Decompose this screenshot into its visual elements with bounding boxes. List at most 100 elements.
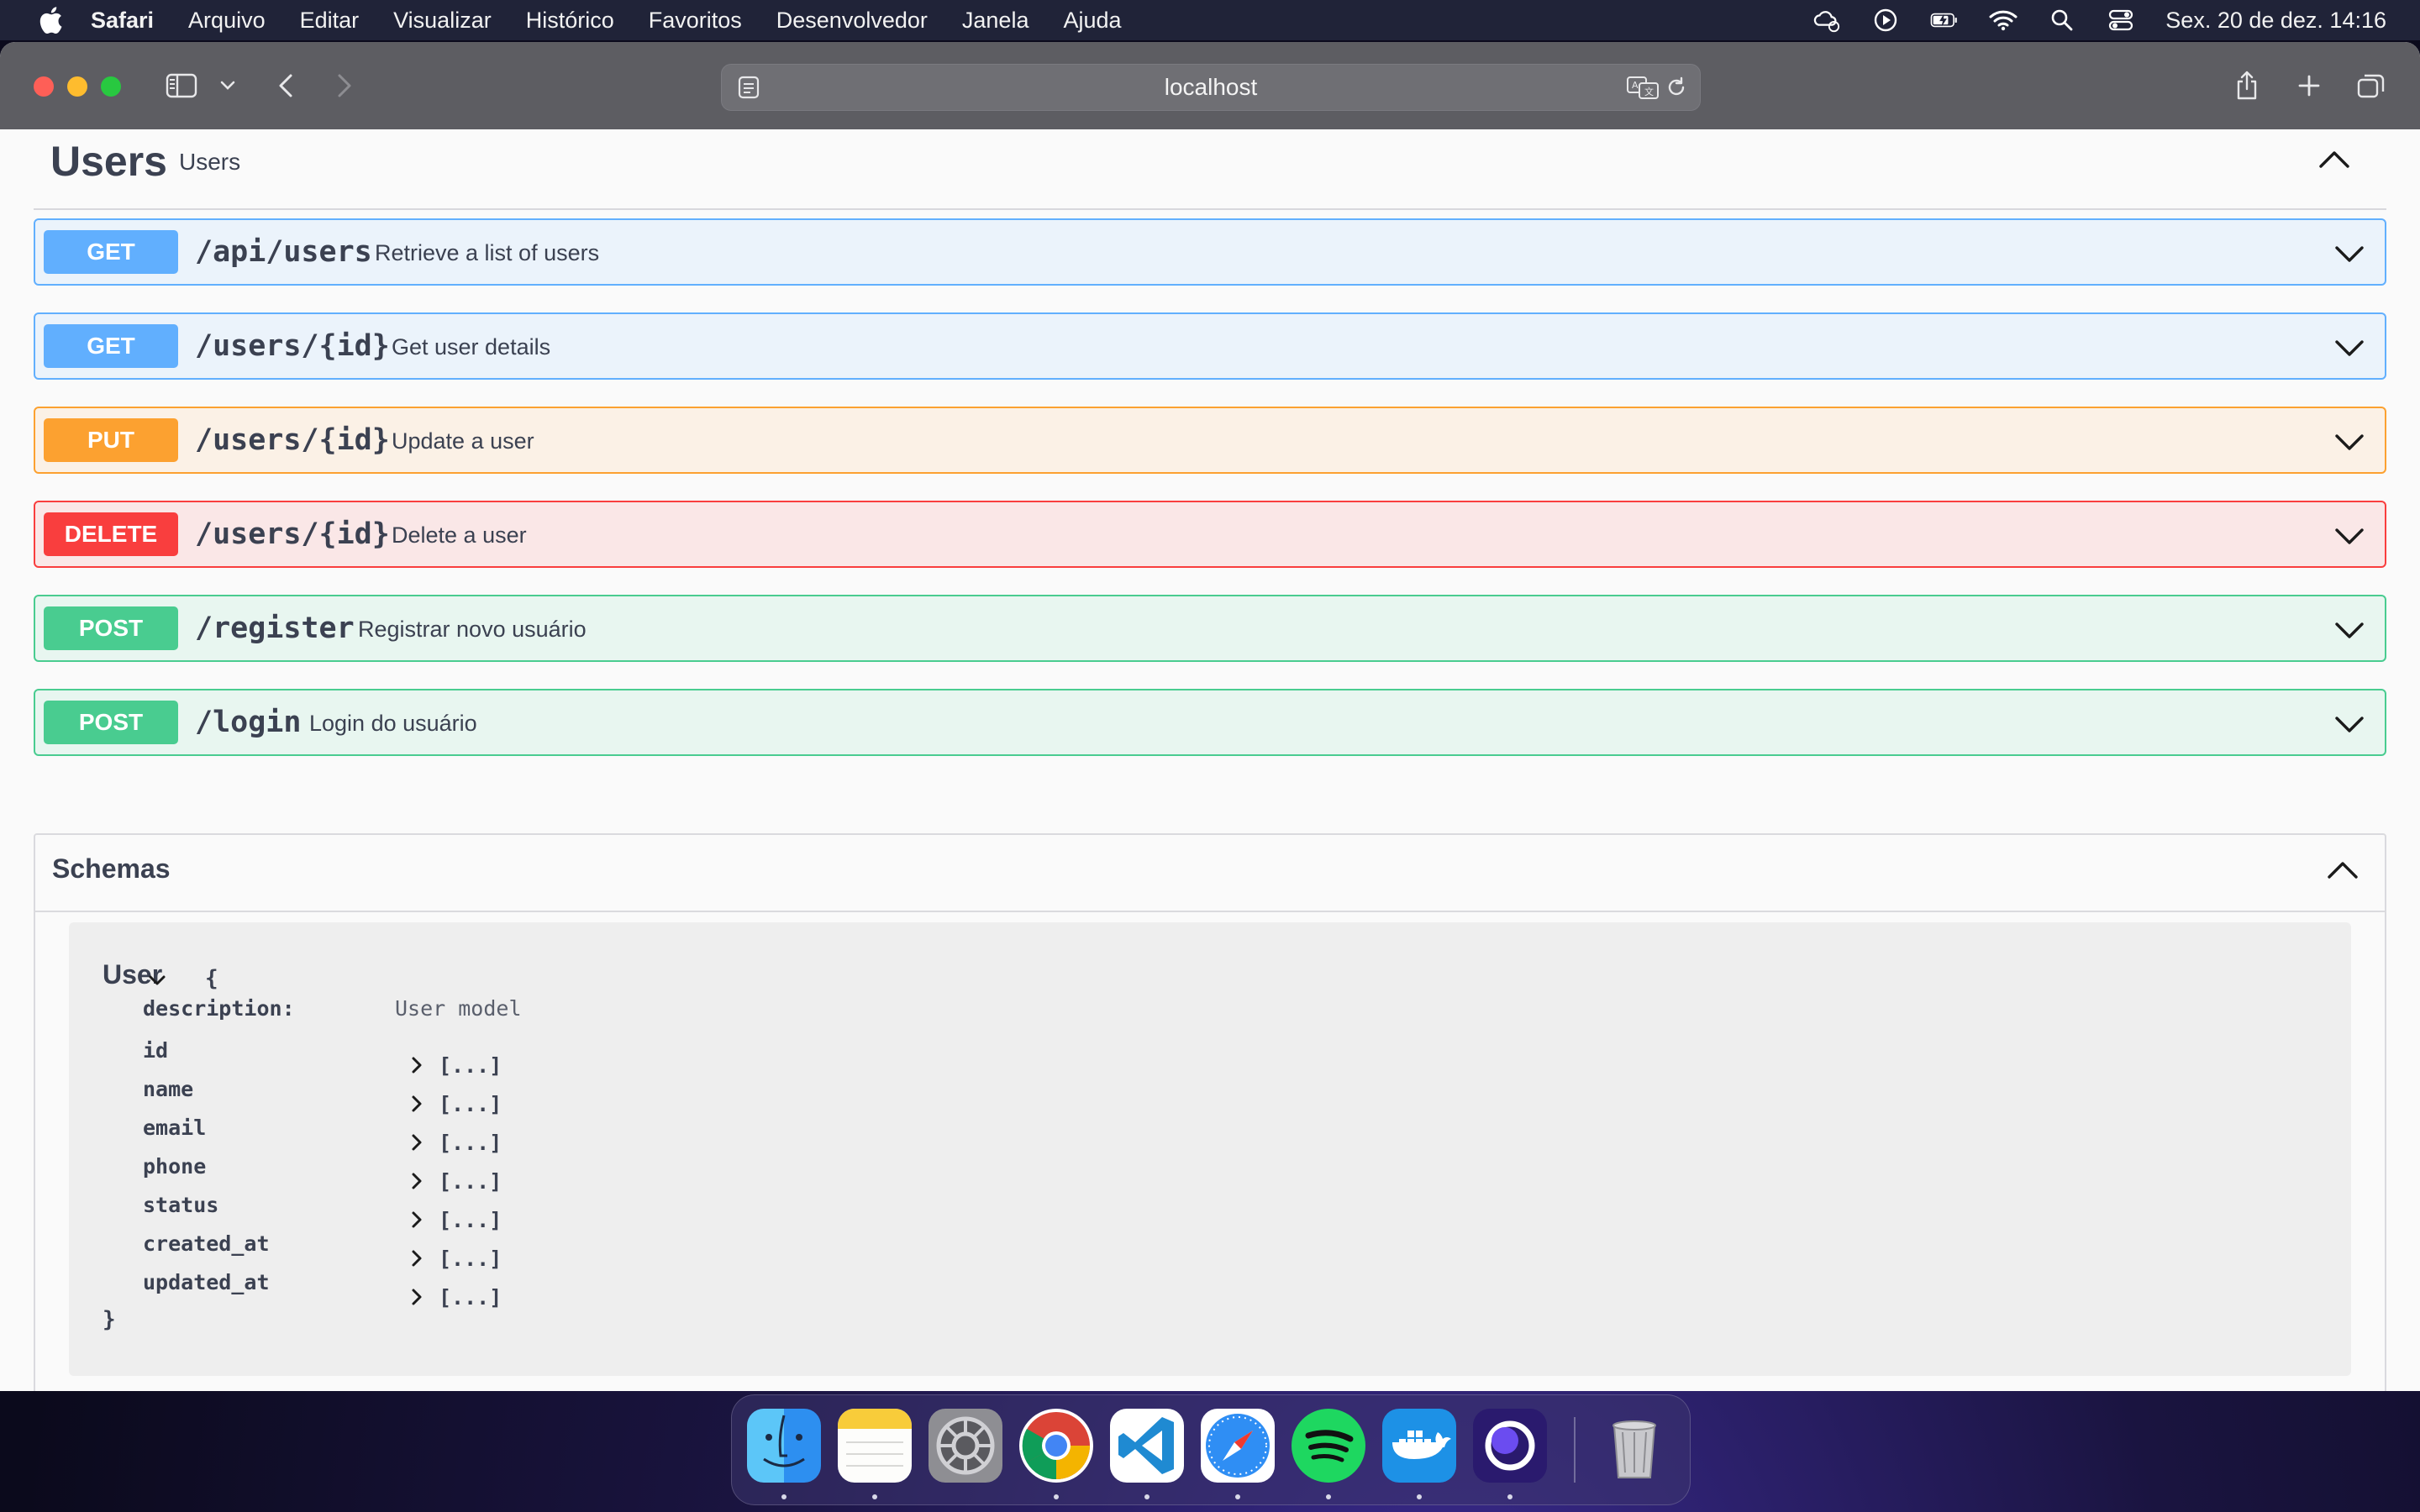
operation-path: /users/{id} [195,329,390,363]
operation-path: /users/{id} [195,423,390,457]
expand-chevron-right-icon[interactable] [405,1208,429,1231]
operation-path: /register [195,612,355,645]
operation-summary: Get user details [392,334,551,360]
menu-clock[interactable]: Sex. 20 de dez. 14:16 [2165,8,2386,34]
menu-arquivo[interactable]: Arquivo [188,8,266,34]
app-icon[interactable] [1473,1409,1547,1483]
running-indicator [1507,1494,1512,1499]
share-icon[interactable] [2228,67,2265,104]
running-indicator [1326,1494,1331,1499]
swagger-page: Users Users GET /api/users Retrieve a li… [0,129,2420,1391]
property-value[interactable]: [...] [439,1169,502,1194]
chevron-down-icon[interactable] [2333,331,2366,365]
model-close-brace: } [103,1307,116,1332]
svg-text:文: 文 [1644,86,1654,97]
operation-summary: Retrieve a list of users [375,240,600,265]
method-badge: PUT [44,418,178,462]
chevron-down-icon[interactable] [2333,425,2366,459]
expand-chevron-right-icon[interactable] [405,1053,429,1077]
property-value[interactable]: [...] [439,1092,502,1116]
url-text[interactable]: localhost [722,65,1700,110]
menu-editar[interactable]: Editar [300,8,360,34]
trash-icon[interactable] [1597,1409,1671,1483]
wifi-icon[interactable] [1989,6,2018,34]
property-name: name [143,1077,194,1101]
property-value[interactable]: [...] [439,1208,502,1232]
operation-summary: Login do usuário [309,711,477,736]
tab-overview-icon[interactable] [2353,67,2390,104]
system-settings-icon[interactable] [929,1409,1002,1483]
expand-chevron-right-icon[interactable] [405,1092,429,1116]
chevron-up-icon[interactable] [2324,852,2361,889]
docker-icon[interactable] [1382,1409,1456,1483]
property-name: id [143,1038,169,1063]
operation-post-register[interactable]: POST /register Registrar novo usuário [34,595,2386,662]
battery-icon[interactable] [1930,6,1959,34]
browser-toolbar: localhost A文 [0,42,2420,130]
operation-put-user[interactable]: PUT /users/{id} Update a user [34,407,2386,474]
operation-summary: Registrar novo usuário [358,617,587,642]
menu-app-name[interactable]: Safari [91,8,154,34]
spotlight-search-icon[interactable] [2048,6,2076,34]
vscode-icon[interactable] [1110,1409,1184,1483]
menu-visualizar[interactable]: Visualizar [393,8,492,34]
spotify-icon[interactable] [1292,1409,1365,1483]
operation-post-login[interactable]: POST /login Login do usuário [34,689,2386,756]
method-badge: GET [44,324,178,368]
menu-historico[interactable]: Histórico [526,8,614,34]
operation-get-user-details[interactable]: GET /users/{id} Get user details [34,312,2386,380]
running-indicator [1417,1494,1422,1499]
address-bar[interactable]: localhost A文 [721,64,1701,111]
chrome-icon[interactable] [1019,1409,1093,1483]
forward-icon[interactable] [328,67,361,104]
translate-icon[interactable]: A文 [1626,75,1660,104]
running-indicator [1144,1494,1150,1499]
safari-icon[interactable] [1201,1409,1275,1483]
property-value[interactable]: [...] [439,1285,502,1310]
chevron-down-icon[interactable] [2333,707,2366,741]
method-badge: GET [44,230,178,274]
chevron-down-icon[interactable] [2333,237,2366,270]
chevron-up-icon[interactable] [2316,141,2353,178]
property-value[interactable]: [...] [439,1053,502,1078]
property-name: updated_at [143,1270,270,1294]
property-value[interactable]: [...] [439,1247,502,1271]
method-badge: POST [44,701,178,744]
chevron-down-icon[interactable] [2333,613,2366,647]
expand-chevron-right-icon[interactable] [405,1169,429,1193]
zoom-window-button[interactable] [101,76,121,97]
tab-group-chevron-down-icon[interactable] [215,67,240,104]
operation-path: /users/{id} [195,517,390,551]
schemas-header[interactable]: Schemas [35,835,2385,912]
operation-delete-user[interactable]: DELETE /users/{id} Delete a user [34,501,2386,568]
property-value[interactable]: [...] [439,1131,502,1155]
menu-favoritos[interactable]: Favoritos [649,8,742,34]
reload-icon[interactable] [1665,76,1688,103]
weather-icon[interactable] [1812,6,1841,34]
now-playing-icon[interactable] [1871,6,1900,34]
apple-menu-icon[interactable] [34,3,67,37]
control-center-icon[interactable] [2107,6,2135,34]
menu-janela[interactable]: Janela [962,8,1029,34]
users-tag-section-header[interactable]: Users Users [34,129,2386,210]
operation-get-api-users[interactable]: GET /api/users Retrieve a list of users [34,218,2386,286]
dock-separator [1574,1417,1576,1483]
close-window-button[interactable] [34,76,54,97]
expand-chevron-right-icon[interactable] [405,1131,429,1154]
expand-chevron-right-icon[interactable] [405,1285,429,1309]
expand-chevron-right-icon[interactable] [405,1247,429,1270]
menu-ajuda[interactable]: Ajuda [1063,8,1121,34]
minimize-window-button[interactable] [67,76,87,97]
menu-bar: Safari Arquivo Editar Visualizar Históri… [0,0,2420,40]
back-icon[interactable] [269,67,302,104]
finder-icon[interactable] [747,1409,821,1483]
sidebar-toggle-icon[interactable] [163,67,200,104]
svg-text:A: A [1632,80,1639,91]
chevron-down-icon[interactable] [2333,519,2366,553]
new-tab-icon[interactable] [2291,67,2328,104]
model-chevron-down-icon[interactable] [146,969,168,991]
notes-icon[interactable] [838,1409,912,1483]
safari-window: localhost A文 Users Users GET /api/users … [0,42,2420,1391]
method-badge: POST [44,606,178,650]
menu-desenvolvedor[interactable]: Desenvolvedor [776,8,928,34]
